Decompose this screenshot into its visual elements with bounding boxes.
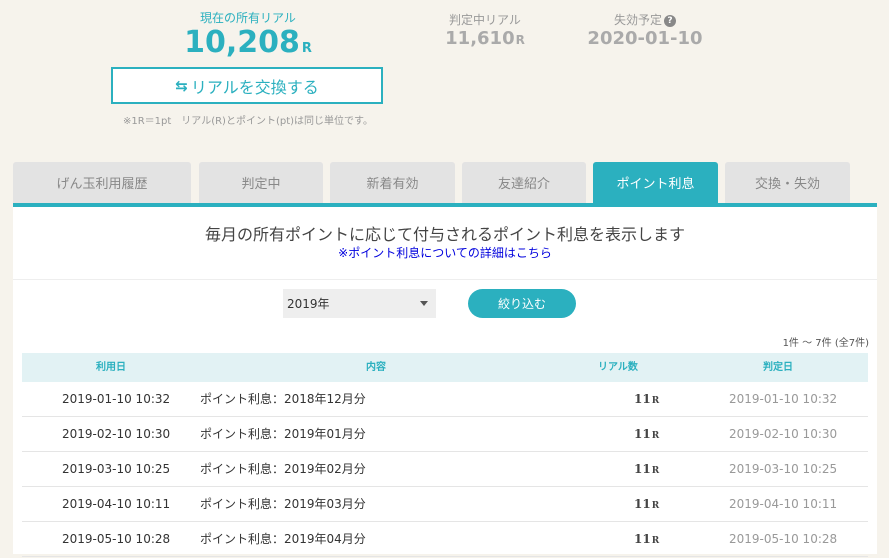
table-row: 2019-02-10 10:30 ポイント利息：2019年01月分 11R 20…	[22, 417, 868, 452]
judging-balance-unit: R	[515, 33, 525, 47]
row-judged-date: 2019-05-10 10:28	[729, 532, 838, 546]
table-row: 2019-04-10 10:11 ポイント利息：2019年03月分 11R 20…	[22, 487, 868, 522]
column-header-date: 利用日	[96, 362, 126, 373]
row-amount: 11R	[634, 487, 659, 521]
row-judged-date: 2019-03-10 10:25	[729, 462, 838, 476]
row-amount-unit: R	[651, 431, 660, 441]
filter-button[interactable]: 絞り込む	[468, 289, 576, 318]
row-judged-date: 2019-01-10 10:32	[729, 392, 838, 406]
current-balance: 現在の所有リアル 10,208 R	[112, 10, 384, 66]
expiry-label: 失効予定?	[585, 12, 705, 28]
row-amount: 11R	[634, 382, 659, 416]
column-header-judged: 判定日	[763, 362, 793, 373]
panel-divider	[13, 279, 877, 280]
row-content: ポイント利息：2019年03月分	[200, 497, 366, 511]
chevron-down-icon	[420, 301, 428, 306]
row-amount-unit: R	[651, 536, 660, 546]
table-row: 2019-05-10 10:28 ポイント利息：2019年04月分 11R 20…	[22, 522, 868, 557]
exchange-button[interactable]: ⇆ リアルを交換する	[111, 67, 383, 104]
row-content: ポイント利息：2019年02月分	[200, 462, 366, 476]
table-row: 2019-03-10 10:25 ポイント利息：2019年02月分 11R 20…	[22, 452, 868, 487]
tab-judging[interactable]: 判定中	[199, 162, 323, 203]
row-judged-date: 2019-04-10 10:11	[729, 497, 838, 511]
row-amount-value: 11	[634, 427, 651, 441]
interest-panel: 毎月の所有ポイントに応じて付与されるポイント利息を表示します ※ポイント利息につ…	[13, 207, 877, 557]
judging-balance-amount: 11,610	[445, 28, 515, 49]
row-amount: 11R	[634, 522, 659, 556]
current-balance-label: 現在の所有リアル	[200, 11, 296, 25]
row-content: ポイント利息：2019年01月分	[200, 427, 366, 441]
expiry-date: 2020-01-10	[587, 28, 703, 49]
row-date: 2019-05-10 10:28	[62, 532, 171, 546]
row-judged-date: 2019-02-10 10:30	[729, 427, 838, 441]
column-header-amount: リアル数	[598, 362, 638, 373]
panel-headline: 毎月の所有ポイントに応じて付与されるポイント利息を表示します	[204, 225, 685, 244]
row-amount-value: 11	[634, 497, 651, 511]
interest-detail-link[interactable]: ※ポイント利息についての詳細はこちら	[13, 244, 877, 261]
row-content: ポイント利息：2019年04月分	[200, 532, 366, 546]
tab-exchange-expiry[interactable]: 交換・失効	[725, 162, 850, 203]
judging-balance-label: 判定中リアル	[449, 13, 521, 27]
exchange-button-label: リアルを交換する	[190, 77, 319, 97]
tab-friend-referral[interactable]: 友達紹介	[462, 162, 586, 203]
row-date: 2019-04-10 10:11	[62, 497, 171, 511]
row-date: 2019-03-10 10:25	[62, 462, 171, 476]
row-amount-unit: R	[651, 466, 660, 476]
refresh-icon: ⇆	[175, 76, 188, 95]
row-amount-value: 11	[634, 462, 651, 476]
year-select[interactable]: 2019年	[283, 289, 436, 318]
help-icon[interactable]: ?	[664, 14, 676, 27]
expiry-info: 失効予定? 2020-01-10	[585, 12, 705, 50]
current-balance-value: 10,208 R	[112, 26, 384, 66]
result-count: 1件 〜 7件 (全7件)	[782, 338, 869, 349]
year-select-value: 2019年	[287, 297, 330, 311]
row-content: ポイント利息：2018年12月分	[200, 392, 366, 406]
row-amount-unit: R	[651, 396, 660, 406]
row-amount-value: 11	[634, 532, 651, 546]
unit-note: ※1R＝1pt リアル(R)とポイント(pt)は同じ単位です。	[122, 116, 374, 127]
row-date: 2019-02-10 10:30	[62, 427, 171, 441]
judging-balance: 判定中リアル 11,610R	[430, 12, 540, 51]
tab-usage-history[interactable]: げん玉利用履歴	[13, 162, 191, 203]
row-amount: 11R	[634, 452, 659, 486]
judging-balance-value: 11,610R	[430, 28, 540, 51]
row-amount-value: 11	[634, 392, 651, 406]
current-balance-unit: R	[301, 41, 312, 56]
row-amount-unit: R	[651, 501, 660, 511]
current-balance-amount: 10,208	[184, 25, 300, 60]
tab-point-interest[interactable]: ポイント利息	[593, 162, 718, 203]
column-header-content: 内容	[366, 362, 386, 373]
table-row: 2019-01-10 10:32 ポイント利息：2018年12月分 11R 20…	[22, 382, 868, 417]
interest-table: 利用日 内容 リアル数 判定日 2019-01-10 10:32 ポイント利息：…	[22, 353, 868, 557]
expiry-label-text: 失効予定	[613, 13, 662, 27]
row-date: 2019-01-10 10:32	[62, 392, 171, 406]
tab-new-valid[interactable]: 新着有効	[330, 162, 455, 203]
table-header: 利用日 内容 リアル数 判定日	[22, 353, 868, 382]
row-amount: 11R	[634, 417, 659, 451]
